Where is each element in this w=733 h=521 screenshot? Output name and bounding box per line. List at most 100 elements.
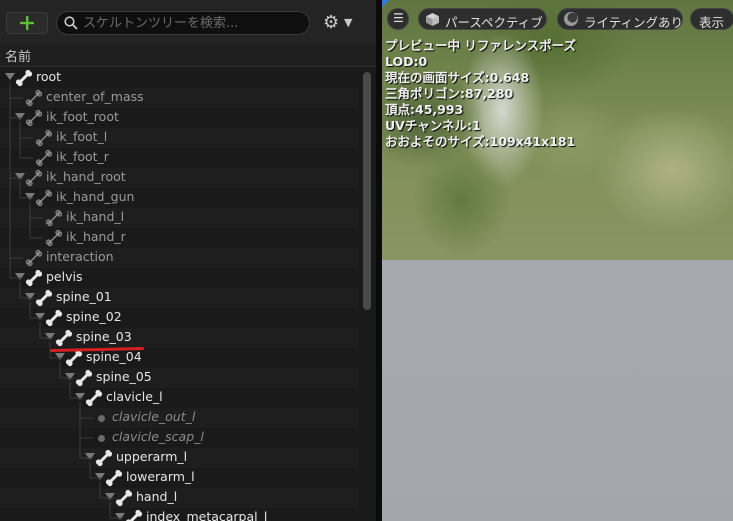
expand-arrow-icon[interactable] xyxy=(15,273,25,280)
bone-icon xyxy=(85,389,103,407)
expand-arrow-icon[interactable] xyxy=(5,73,15,80)
viewport-menu-button[interactable]: ☰ xyxy=(387,8,409,30)
stat-vertices: 頂点:45,993 xyxy=(385,102,464,117)
tree-row-clavicle_l[interactable]: clavicle_l xyxy=(0,388,358,408)
tree-row-clavicle_scap_l[interactable]: clavicle_scap_l xyxy=(0,428,358,448)
bone-icon xyxy=(75,369,93,387)
expand-arrow-icon[interactable] xyxy=(35,313,45,320)
bone-icon xyxy=(25,89,43,107)
tree-row-upperarm_l[interactable]: upperarm_l xyxy=(0,448,358,468)
bone-name-label: ik_hand_l xyxy=(66,209,125,224)
bone-icon xyxy=(45,309,63,327)
tree-row-ik_hand_root[interactable]: ik_hand_root xyxy=(0,168,358,188)
bone-icon xyxy=(35,189,53,207)
tree-scrollbar[interactable] xyxy=(360,68,374,521)
lighting-sphere-icon xyxy=(564,12,578,26)
tree-row-spine_02[interactable]: spine_02 xyxy=(0,308,358,328)
viewport-floor xyxy=(382,260,733,521)
tree-row-hand_l[interactable]: hand_l xyxy=(0,488,358,508)
bone-name-label: ik_hand_gun xyxy=(56,189,135,204)
expand-arrow-icon[interactable] xyxy=(65,373,75,380)
bone-name-label: clavicle_out_l xyxy=(112,409,196,424)
plus-icon xyxy=(20,16,34,30)
tree-row-pelvis[interactable]: pelvis xyxy=(0,268,358,288)
perspective-button[interactable]: パースペクティブ xyxy=(418,8,547,30)
viewport-stats-overlay: プレビュー中 リファレンスポーズ LOD:0 現在の画面サイズ:0.648 三角… xyxy=(385,38,576,150)
bone-name-label: ik_foot_r xyxy=(56,149,109,164)
bone-name-label: clavicle_l xyxy=(106,389,163,404)
bone-name-label: root xyxy=(36,69,62,84)
tree-row-clavicle_out_l[interactable]: clavicle_out_l xyxy=(0,408,358,428)
show-label: 表示 xyxy=(699,15,725,30)
bone-name-label: spine_04 xyxy=(86,349,142,364)
tree-row-center_of_mass[interactable]: center_of_mass xyxy=(0,88,358,108)
bone-name-label: clavicle_scap_l xyxy=(112,429,204,444)
expand-arrow-icon[interactable] xyxy=(25,293,35,300)
tree-row-spine_03[interactable]: spine_03 xyxy=(0,328,358,348)
tree-row-ik_hand_gun[interactable]: ik_hand_gun xyxy=(0,188,358,208)
lighting-label: ライティングあり xyxy=(584,15,684,30)
stat-approx-size: おおよそのサイズ:109x41x181 xyxy=(385,134,576,149)
bone-name-label: lowerarm_l xyxy=(126,469,195,484)
search-icon xyxy=(64,16,78,30)
expand-arrow-icon[interactable] xyxy=(75,393,85,400)
tree-row-lowerarm_l[interactable]: lowerarm_l xyxy=(0,468,358,488)
bone-icon xyxy=(115,489,133,507)
expand-arrow-icon[interactable] xyxy=(25,193,35,200)
bone-icon xyxy=(35,149,53,167)
bone-name-label: pelvis xyxy=(46,269,83,284)
bone-icon xyxy=(105,469,123,487)
expand-arrow-icon[interactable] xyxy=(15,173,25,180)
scrollbar-thumb[interactable] xyxy=(363,72,371,310)
bone-name-label: ik_hand_root xyxy=(46,169,126,184)
bone-name-label: spine_05 xyxy=(96,369,152,384)
tree-row-ik_foot_l[interactable]: ik_foot_l xyxy=(0,128,358,148)
bone-name-label: ik_foot_root xyxy=(46,109,119,124)
bone-icon xyxy=(25,109,43,127)
expand-arrow-icon[interactable] xyxy=(105,493,115,500)
expand-arrow-icon[interactable] xyxy=(15,113,25,120)
tree-settings-button[interactable]: ⚙ ▼ xyxy=(320,12,360,34)
bone-icon xyxy=(25,269,43,287)
tree-row-ik_foot_r[interactable]: ik_foot_r xyxy=(0,148,358,168)
bone-name-label: interaction xyxy=(46,249,114,264)
preview-viewport[interactable]: ☰ パースペクティブ ライティングあり 表示 プレビュー中 リファレンスポーズ … xyxy=(382,0,733,521)
tree-row-root[interactable]: root xyxy=(0,68,358,88)
skeleton-search-box[interactable] xyxy=(56,11,310,35)
tree-row-ik_hand_l[interactable]: ik_hand_l xyxy=(0,208,358,228)
gear-icon: ⚙ xyxy=(323,12,340,33)
expand-arrow-icon[interactable] xyxy=(115,513,125,520)
show-button[interactable]: 表示 xyxy=(690,8,733,30)
add-button[interactable] xyxy=(6,12,48,34)
search-input[interactable] xyxy=(83,13,303,33)
tree-row-spine_05[interactable]: spine_05 xyxy=(0,368,358,388)
expand-arrow-icon[interactable] xyxy=(45,333,55,340)
bone-icon xyxy=(45,229,63,247)
bone-name-label: ik_hand_r xyxy=(66,229,126,244)
stat-preview-pose: プレビュー中 リファレンスポーズ xyxy=(385,38,576,53)
tree-row-ik_hand_r[interactable]: ik_hand_r xyxy=(0,228,358,248)
skeleton-tree-toolbar: ⚙ ▼ xyxy=(0,0,376,44)
bone-icon xyxy=(65,349,83,367)
expand-arrow-icon[interactable] xyxy=(55,353,65,360)
stat-screen-size: 現在の画面サイズ:0.648 xyxy=(385,70,530,85)
name-column-header[interactable]: 名前 xyxy=(0,44,376,67)
bone-icon xyxy=(25,249,43,267)
tree-row-index_metacarpal_l[interactable]: index_metacarpal_l xyxy=(0,508,358,521)
lighting-mode-button[interactable]: ライティングあり xyxy=(557,8,683,30)
tree-row-ik_foot_root[interactable]: ik_foot_root xyxy=(0,108,358,128)
bone-name-label: spine_03 xyxy=(76,329,132,344)
perspective-label: パースペクティブ xyxy=(445,15,543,30)
bone-icon xyxy=(95,449,113,467)
tree-row-spine_01[interactable]: spine_01 xyxy=(0,288,358,308)
bone-icon xyxy=(125,509,143,521)
expand-arrow-icon[interactable] xyxy=(85,453,95,460)
socket-icon xyxy=(98,435,105,442)
bone-name-label: ik_foot_l xyxy=(56,129,108,144)
viewport-focus-corner xyxy=(382,0,389,7)
bone-name-label: index_metacarpal_l xyxy=(146,509,268,521)
tree-row-interaction[interactable]: interaction xyxy=(0,248,358,268)
bone-icon xyxy=(25,169,43,187)
expand-arrow-icon[interactable] xyxy=(95,473,105,480)
bone-icon xyxy=(35,289,53,307)
